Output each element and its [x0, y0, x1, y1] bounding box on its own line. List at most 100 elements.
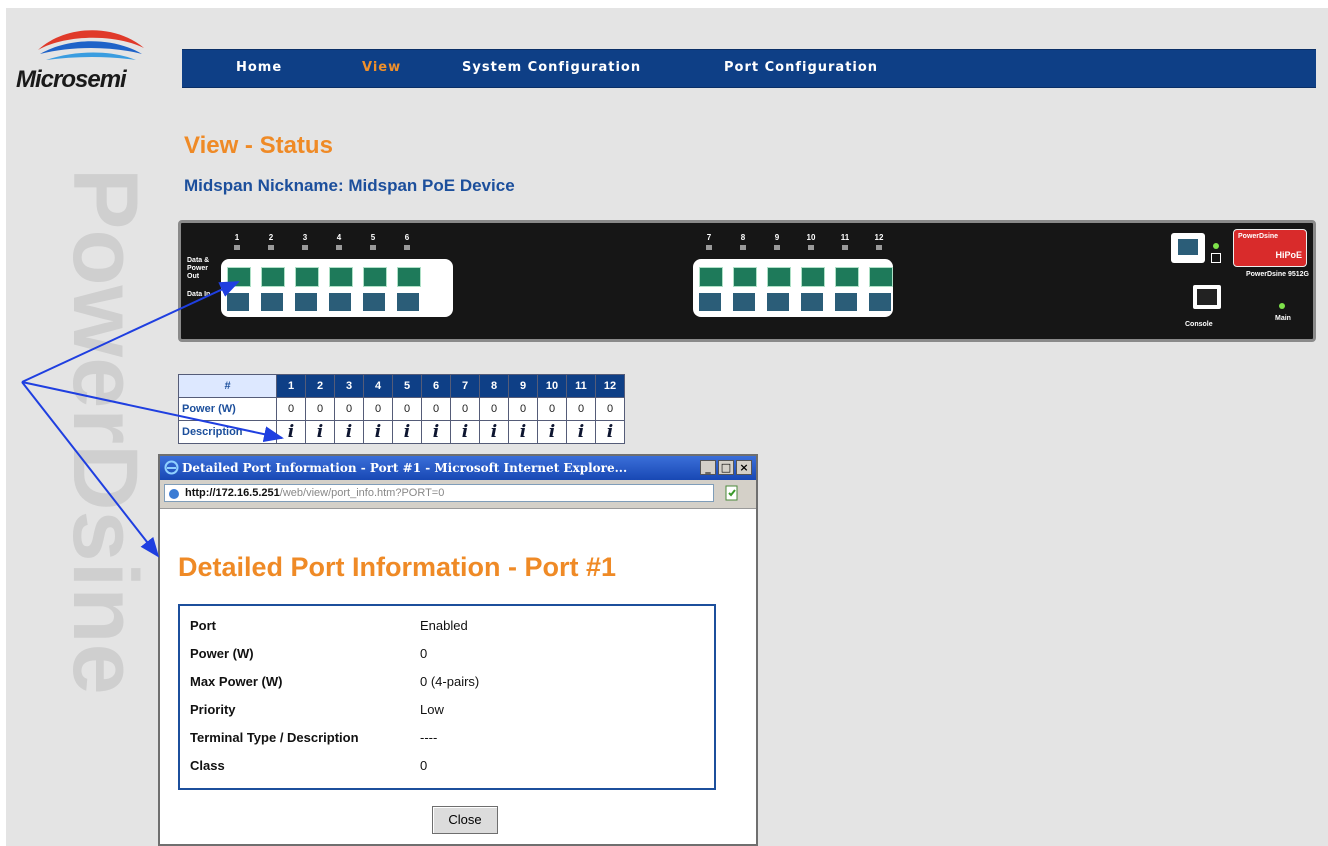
brand-top-text: PowerDsine [1238, 233, 1279, 240]
data-in-port-icon[interactable] [227, 293, 249, 311]
hash-header: # [178, 374, 277, 398]
port-header: 2 [305, 374, 335, 398]
data-in-port-icon[interactable] [397, 293, 419, 311]
info-icon[interactable]: i [549, 422, 555, 442]
compatibility-icon[interactable] [724, 485, 740, 501]
console-label: Console [1185, 321, 1213, 328]
port-header: 3 [334, 374, 364, 398]
device-port-number: 2 [268, 233, 274, 242]
power-row-label: Power (W) [178, 397, 277, 421]
poe-out-port-icon[interactable] [397, 267, 421, 287]
url-field[interactable]: http://172.16.5.251/web/view/port_info.h… [164, 484, 714, 502]
main-label: Main [1275, 315, 1291, 322]
port-led-icon [808, 245, 814, 250]
data-in-port-icon[interactable] [835, 293, 857, 311]
power-value: 0 [421, 397, 451, 421]
port-led-icon [336, 245, 342, 250]
description-row-label: Description [178, 420, 277, 444]
data-in-port-icon[interactable] [363, 293, 385, 311]
detail-value: 0 [420, 646, 428, 661]
poe-out-port-icon[interactable] [227, 267, 251, 287]
power-value: 0 [566, 397, 596, 421]
data-in-port-icon[interactable] [699, 293, 721, 311]
page-title: View - Status [184, 132, 333, 159]
data-in-port-icon[interactable] [767, 293, 789, 311]
device-port-number: 1 [234, 233, 240, 242]
device-port-number: 5 [370, 233, 376, 242]
device-port-number: 9 [774, 233, 780, 242]
maximize-button[interactable]: □ [718, 460, 734, 475]
nav-item-port-configuration[interactable]: Port Configuration [724, 60, 878, 75]
power-value: 0 [334, 397, 364, 421]
port-led-icon [774, 245, 780, 250]
close-button[interactable]: Close [432, 806, 498, 834]
device-port-number: 6 [404, 233, 410, 242]
port-header: 1 [276, 374, 306, 398]
power-value: 0 [537, 397, 567, 421]
port-header: 4 [363, 374, 393, 398]
info-icon[interactable]: i [462, 422, 468, 442]
table-header-row: # 1 2 3 4 5 6 7 8 9 10 11 12 [178, 374, 625, 398]
poe-out-port-icon[interactable] [699, 267, 723, 287]
power-value: 0 [305, 397, 335, 421]
data-in-port-icon[interactable] [801, 293, 823, 311]
port-header: 6 [421, 374, 451, 398]
device-port-number: 7 [706, 233, 712, 242]
device-model-label: PowerDsine 9512G [1245, 271, 1309, 278]
device-port-number: 12 [874, 233, 884, 242]
info-icon[interactable]: i [288, 422, 294, 442]
port-header: 8 [479, 374, 509, 398]
info-icon[interactable]: i [375, 422, 381, 442]
port-led-icon [706, 245, 712, 250]
port-header: 11 [566, 374, 596, 398]
popup-titlebar[interactable]: Detailed Port Information - Port #1 - Mi… [160, 456, 756, 480]
info-icon[interactable]: i [317, 422, 323, 442]
url-path: /web/view/port_info.htm?PORT=0 [279, 487, 445, 499]
nav-item-system-configuration[interactable]: System Configuration [462, 60, 641, 75]
data-in-port-icon[interactable] [329, 293, 351, 311]
powerdsine-watermark: PowerDsine [54, 168, 156, 695]
power-value: 0 [363, 397, 393, 421]
top-nav-bar: Home View System Configuration Port Conf… [182, 49, 1316, 88]
port-header: 12 [595, 374, 625, 398]
detail-label: Class [190, 758, 225, 773]
data-in-port-icon[interactable] [295, 293, 317, 311]
nav-item-home[interactable]: Home [236, 60, 282, 75]
info-icon[interactable]: i [491, 422, 497, 442]
data-in-port-icon[interactable] [733, 293, 755, 311]
poe-out-port-icon[interactable] [801, 267, 825, 287]
info-icon[interactable]: i [433, 422, 439, 442]
brand-bottom-text: HiPoE [1275, 250, 1302, 260]
port-led-icon [268, 245, 274, 250]
poe-out-port-icon[interactable] [329, 267, 353, 287]
port-led-icon [404, 245, 410, 250]
detail-value: 0 (4-pairs) [420, 674, 480, 689]
poe-out-port-icon[interactable] [767, 267, 791, 287]
minimize-button[interactable]: _ [700, 460, 716, 475]
data-in-port-icon[interactable] [261, 293, 283, 311]
address-bar: http://172.16.5.251/web/view/port_info.h… [160, 480, 756, 509]
poe-out-port-icon[interactable] [869, 267, 893, 287]
description-row: Description i i i i i i i i i i i i [178, 420, 625, 444]
nav-item-view[interactable]: View [362, 60, 401, 75]
info-icon[interactable]: i [404, 422, 410, 442]
port-group-right [693, 259, 893, 317]
data-in-port-icon[interactable] [869, 293, 891, 311]
close-window-button[interactable]: × [736, 460, 752, 475]
info-icon[interactable]: i [607, 422, 613, 442]
port-info-popup-window: Detailed Port Information - Port #1 - Mi… [158, 454, 758, 846]
poe-out-port-icon[interactable] [261, 267, 285, 287]
powerdsine-hipoe-logo: PowerDsine HiPoE [1233, 229, 1307, 267]
poe-out-port-icon[interactable] [835, 267, 859, 287]
info-icon[interactable]: i [346, 422, 352, 442]
power-value: 0 [450, 397, 480, 421]
info-icon[interactable]: i [520, 422, 526, 442]
port-header: 9 [508, 374, 538, 398]
svg-text:PowerDsine: PowerDsine [54, 168, 156, 695]
info-icon[interactable]: i [578, 422, 584, 442]
poe-out-port-icon[interactable] [733, 267, 757, 287]
port-detail-table: Port Enabled Power (W) 0 Max Power (W) 0… [178, 604, 716, 790]
poe-out-port-icon[interactable] [363, 267, 387, 287]
device-port-number: 10 [806, 233, 816, 242]
poe-out-port-icon[interactable] [295, 267, 319, 287]
